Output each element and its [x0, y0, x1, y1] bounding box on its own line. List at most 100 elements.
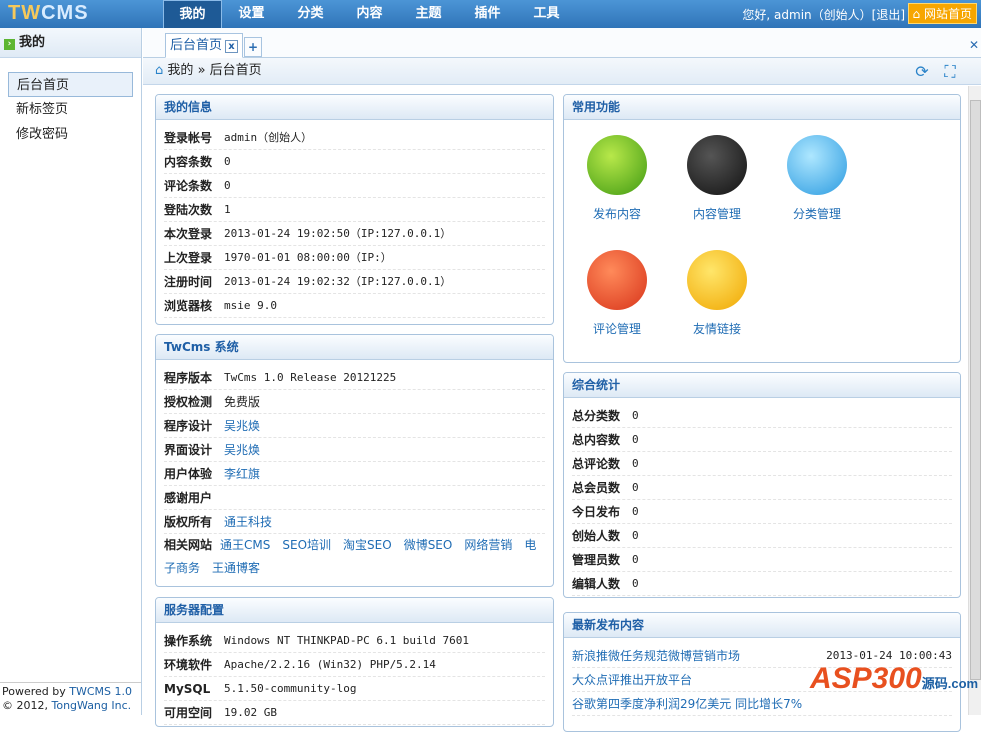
related-site-link[interactable]: 通王CMS [220, 538, 270, 552]
my-info-panel: 我的信息 登录帐号 admin（创始人） 内容条数 0 评论条数 0 登陆次数 1 本次登录 20… [155, 94, 554, 325]
info-row: 总分类数 0 [572, 404, 952, 428]
row-value: 2013-01-24 19:02:32（IP:127.0.0.1） [224, 275, 452, 288]
row-label: 编辑人数 [572, 577, 621, 591]
powered-by: Powered by [2, 685, 70, 698]
row-label: 环境软件 [164, 658, 213, 672]
row-label: 程序设计 [164, 419, 213, 433]
info-row: 注册时间 2013-01-24 19:02:32（IP:127.0.0.1） [164, 270, 545, 294]
article-link[interactable]: 大众点评推出开放平台 [572, 668, 692, 691]
row-label: 操作系统 [164, 634, 213, 648]
row-value[interactable]: 通王科技 [224, 510, 272, 533]
nav-tools[interactable]: 工具 [517, 0, 576, 28]
nav-content[interactable]: 内容 [340, 0, 399, 28]
tab-label: 后台首页 [170, 38, 223, 53]
related-site-link[interactable]: 微博SEO [404, 538, 453, 552]
breadcrumb: ⌂ 我的 » 后台首页 ⟳ ⛶ [143, 58, 981, 85]
fullscreen-icon[interactable]: ⛶ [941, 63, 959, 81]
add-tab-button[interactable]: + [244, 37, 262, 57]
row-value[interactable]: 吴兆焕 [224, 438, 260, 461]
row-value: 0 [224, 155, 231, 168]
info-row: 版权所有 通王科技 [164, 510, 545, 534]
row-value: TwCms 1.0 Release 20121225 [224, 371, 397, 384]
row-label: 上次登录 [164, 251, 213, 265]
shortcut-label: 评论管理 [592, 322, 641, 336]
info-row: 创始人数 0 [572, 524, 952, 548]
site-home-label: 网站首页 [923, 7, 972, 21]
nav-theme[interactable]: 主题 [399, 0, 458, 28]
info-row: 内容条数 0 [164, 150, 545, 174]
comment-manage-shortcut[interactable]: 评论管理 [577, 250, 657, 337]
tab-bar: 后台首页 x + ✕ [143, 28, 981, 58]
sidebar-item-dashboard[interactable]: 后台首页 [8, 72, 133, 97]
article-link[interactable]: 谷歌第四季度净利润29亿美元 同比增长7% [572, 692, 802, 715]
row-value: 0 [632, 409, 639, 422]
shortcut-label: 友情链接 [692, 322, 741, 336]
info-row: 界面设计 吴兆焕 [164, 438, 545, 462]
related-site-link[interactable]: SEO培训 [282, 538, 331, 552]
brand-link[interactable]: TWCMS 1.0 [69, 685, 132, 698]
info-row: 总会员数 0 [572, 476, 952, 500]
nav-my[interactable]: 我的 [163, 0, 222, 28]
scrollbar-thumb[interactable] [970, 100, 981, 680]
row-value: 0 [632, 553, 639, 566]
friend-links-shortcut[interactable]: 友情链接 [677, 250, 757, 337]
company-link[interactable]: TongWang Inc. [51, 699, 131, 712]
related-site-link[interactable]: 网络营销 [464, 538, 512, 552]
row-value: 1 [224, 203, 231, 216]
row-label: 登录帐号 [164, 131, 213, 145]
tab-dashboard[interactable]: 后台首页 x [165, 33, 244, 58]
info-row: 登录帐号 admin（创始人） [164, 126, 545, 150]
info-row: 感谢用户 [164, 486, 545, 510]
nav-settings[interactable]: 设置 [222, 0, 281, 28]
row-label: 评论条数 [164, 179, 213, 193]
row-value: Apache/2.2.16 (Win32) PHP/5.2.14 [224, 658, 436, 671]
weibo-icon [587, 250, 647, 310]
sidebar-title: 我的 [19, 35, 46, 50]
nav-plugins[interactable]: 插件 [458, 0, 517, 28]
breadcrumb-sep: » [197, 63, 206, 78]
row-value: msie 9.0 [224, 299, 277, 312]
row-label: MySQL [164, 682, 211, 696]
row-value[interactable]: 李红旗 [224, 462, 260, 485]
info-row: 环境软件 Apache/2.2.16 (Win32) PHP/5.2.14 [164, 653, 545, 677]
publish-content-shortcut[interactable]: 发布内容 [577, 135, 657, 222]
row-label: 内容条数 [164, 155, 213, 169]
sidebar-item-change-password[interactable]: 修改密码 [8, 122, 133, 147]
nav-category[interactable]: 分类 [281, 0, 340, 28]
related-site-link[interactable]: 淘宝SEO [343, 538, 392, 552]
refresh-icon[interactable]: ⟳ [913, 63, 931, 81]
site-home-button[interactable]: ⌂ 网站首页 [907, 3, 977, 24]
row-value: 0 [632, 529, 639, 542]
row-value[interactable]: 吴兆焕 [224, 414, 260, 437]
shortcut-label: 分类管理 [792, 207, 841, 221]
info-row: 用户体验 李红旗 [164, 462, 545, 486]
category-manage-shortcut[interactable]: 分类管理 [777, 135, 857, 222]
watermark: ASP300源码.com [810, 662, 978, 696]
penguin-icon [687, 135, 747, 195]
related-site-link[interactable]: 王通博客 [212, 561, 260, 575]
info-row: 程序设计 吴兆焕 [164, 414, 545, 438]
row-label: 创始人数 [572, 529, 621, 543]
breadcrumb-current: 后台首页 [209, 63, 262, 78]
close-all-icon[interactable]: ✕ [969, 38, 979, 52]
sidebar-footer: Powered by TWCMS 1.0 © 2012, TongWang In… [0, 682, 141, 715]
panel-title: 服务器配置 [156, 598, 553, 623]
scrollbar[interactable] [968, 86, 981, 715]
row-label: 用户体验 [164, 467, 213, 481]
close-tab-icon[interactable]: x [225, 40, 239, 53]
breadcrumb-root[interactable]: 我的 [167, 63, 193, 78]
watermark-sub: 源码.com [921, 676, 979, 691]
related-sites: 相关网站 通王CMS SEO培训 淘宝SEO 微博SEO 网络营销 电子商务 王通博客 [164, 534, 545, 580]
sidebar-item-new-tab[interactable]: 新标签页 [8, 97, 133, 122]
row-value: 0 [632, 457, 639, 470]
article-link[interactable]: 新浪推微任务规范微博营销市场 [572, 644, 740, 667]
stats-panel: 综合统计 总分类数 0 总内容数 0 总评论数 0 总会员数 0 今日发布 0 创始人数 0 管理员数 0… [563, 372, 961, 598]
content-manage-shortcut[interactable]: 内容管理 [677, 135, 757, 222]
info-row: 登陆次数 1 [164, 198, 545, 222]
row-value: 5.1.50-community-log [224, 682, 357, 695]
row-label: 今日发布 [572, 505, 621, 519]
info-row: 编辑人数 0 [572, 572, 952, 596]
watermark-text: ASP300 [810, 662, 922, 695]
info-row: 可用空间 19.02 GB [164, 701, 545, 725]
greeting-logout[interactable]: 您好, admin（创始人）[退出] [742, 6, 905, 23]
